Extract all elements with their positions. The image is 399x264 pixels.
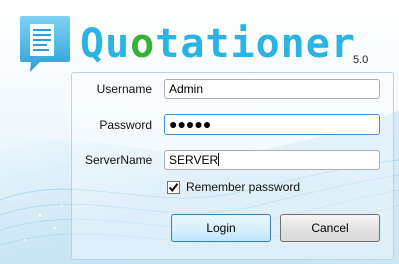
password-field[interactable]: ●●●●● — [164, 114, 380, 135]
app-logo-text: Quotationer — [80, 20, 356, 68]
version-label: 5.0 — [353, 54, 369, 66]
brand-part-2: o — [130, 21, 156, 67]
brand-part-3: tationer — [155, 21, 356, 67]
remember-password-label: Remember password — [186, 180, 301, 194]
servername-label: ServerName — [85, 153, 153, 167]
brand-part-1: Qu — [80, 21, 131, 67]
text-caret — [218, 153, 220, 166]
password-label: Password — [99, 118, 152, 132]
username-label: Username — [96, 82, 152, 96]
cancel-button[interactable]: Cancel — [280, 214, 380, 242]
servername-field[interactable]: SERVER — [164, 150, 380, 170]
remember-password-checkbox[interactable] — [167, 180, 180, 194]
login-button[interactable]: Login — [171, 214, 271, 242]
remember-password-row[interactable]: Remember password — [167, 180, 300, 194]
checkmark-icon — [168, 182, 179, 192]
document-chat-icon — [20, 16, 70, 72]
servername-value: SERVER — [169, 153, 219, 167]
username-field[interactable]: Admin — [164, 79, 380, 99]
